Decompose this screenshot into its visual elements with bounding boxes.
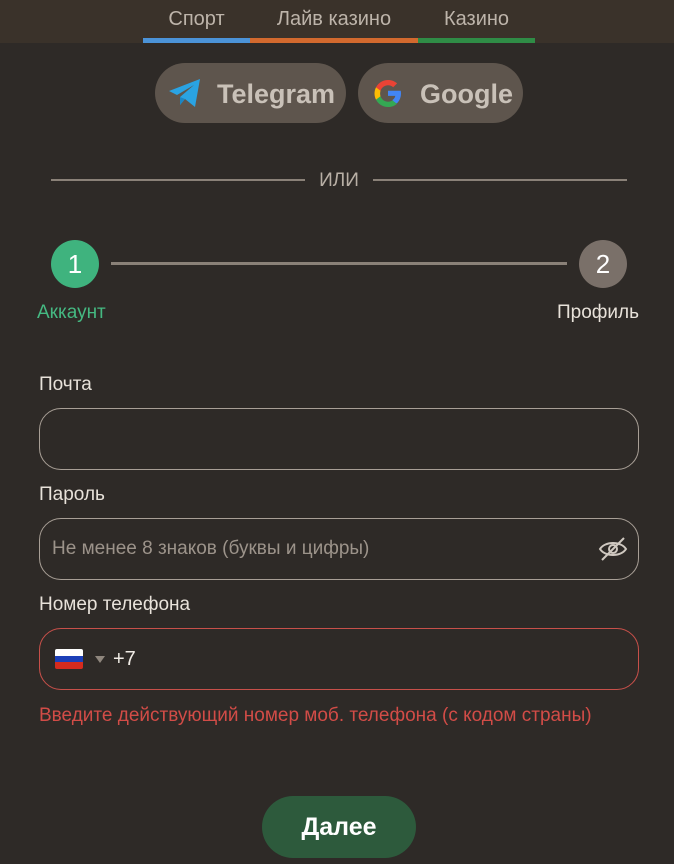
stepper-connector <box>111 262 567 265</box>
tab-sport[interactable]: Спорт <box>143 0 250 43</box>
password-field-container <box>39 518 639 580</box>
top-navigation: Спорт Лайв казино Казино <box>0 0 674 43</box>
tab-live-casino-indicator <box>250 38 418 43</box>
russia-flag-icon[interactable] <box>55 649 83 669</box>
phone-field-container: +7 <box>39 628 639 690</box>
divider-line-right <box>373 179 627 181</box>
divider-or: ИЛИ <box>319 170 359 191</box>
email-label: Почта <box>39 374 92 395</box>
step-1-circle: 1 <box>51 240 99 288</box>
tab-sport-label: Спорт <box>168 8 225 30</box>
email-field[interactable] <box>52 409 592 469</box>
eye-off-icon[interactable] <box>598 535 628 563</box>
tab-casino-label: Казино <box>443 8 510 30</box>
tab-sport-indicator <box>143 38 250 43</box>
divider-line-left <box>51 179 305 181</box>
google-login-label: Google <box>420 79 513 109</box>
google-icon <box>374 80 401 107</box>
tab-live-casino[interactable]: Лайв казино <box>250 0 418 43</box>
telegram-login-button[interactable]: Telegram <box>155 63 346 123</box>
tab-casino[interactable]: Казино <box>418 0 535 43</box>
phone-label: Номер телефона <box>39 594 191 615</box>
step-2-label: Профиль <box>557 302 640 323</box>
phone-field[interactable] <box>140 629 620 689</box>
country-dropdown-caret-icon[interactable] <box>95 656 105 663</box>
next-button[interactable]: Далее <box>262 796 416 858</box>
telegram-login-label: Telegram <box>217 79 336 109</box>
tab-live-casino-label: Лайв казино <box>276 8 392 30</box>
password-field[interactable] <box>52 519 592 579</box>
step-1-label: Аккаунт <box>37 302 106 323</box>
step-2-circle: 2 <box>579 240 627 288</box>
phone-error-message: Введите действующий номер моб. телефона … <box>39 705 592 726</box>
telegram-icon <box>169 79 200 107</box>
password-label: Пароль <box>39 484 105 505</box>
tab-casino-indicator <box>418 38 535 43</box>
google-login-button[interactable]: Google <box>358 63 523 123</box>
phone-country-code: +7 <box>113 648 136 670</box>
email-field-container <box>39 408 639 470</box>
